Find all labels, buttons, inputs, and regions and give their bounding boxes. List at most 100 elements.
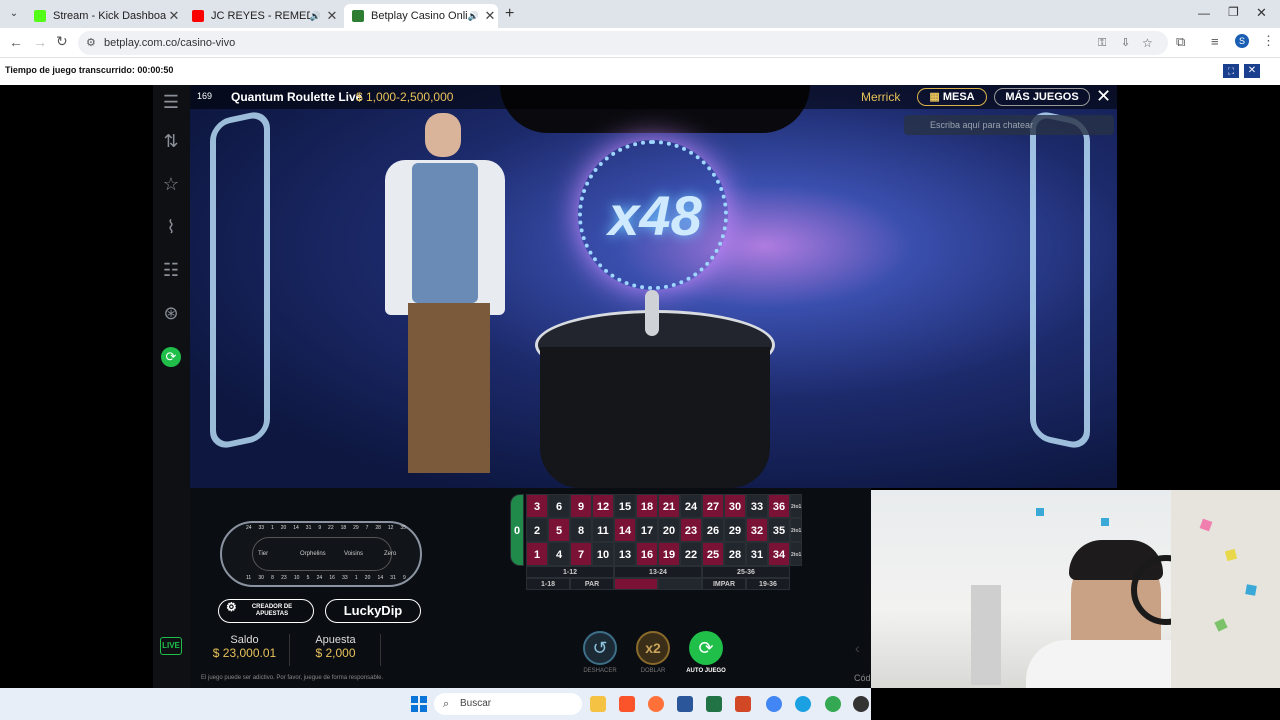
windows-start-icon[interactable] [411,696,427,712]
app-icon[interactable] [853,696,869,712]
bet-cell-column[interactable]: 2to1 [790,518,802,542]
autoplay-button[interactable]: ⟳ [689,631,723,665]
autoplay-icon[interactable]: ⟳ [161,347,181,367]
bet-cell-dozen[interactable]: 1-12 [526,566,614,578]
bet-cell-column[interactable]: 2to1 [790,494,802,518]
close-tab-icon[interactable]: ✕ [482,8,498,24]
forward-icon[interactable]: → [33,34,47,50]
bet-cell-number[interactable]: 9 [570,494,592,518]
undo-button[interactable]: ↺ [583,631,617,665]
bet-cell-number[interactable]: 3 [526,494,548,518]
speaker-icon[interactable]: 🔊 [468,11,479,22]
password-key-icon[interactable]: ⚿ [1098,31,1106,55]
racetrack-number[interactable]: 30 [258,575,264,585]
close-tab-icon[interactable]: ✕ [166,8,182,24]
close-tab-icon[interactable]: ✕ [324,8,340,24]
favorite-star-icon[interactable]: ☆ [160,173,182,195]
racetrack-number[interactable]: 9 [403,575,406,585]
sort-arrows-icon[interactable]: ⇅ [160,130,182,152]
brave-icon[interactable] [619,696,635,712]
extensions-icon[interactable]: ⧉ [1176,34,1185,50]
racetrack-number[interactable]: 24 [317,575,323,585]
bet-cell-number[interactable]: 1 [526,542,548,566]
mesa-button[interactable]: ▦ MESA [917,88,987,106]
chat-input[interactable]: Escriba aquí para chatear [904,115,1114,135]
tab-betplay[interactable]: Betplay Casino Online en V 🔊 ✕ [344,4,498,28]
mas-juegos-button[interactable]: MÁS JUEGOS [994,88,1090,106]
bet-cell-number[interactable]: 26 [702,518,724,542]
bet-cell-number[interactable]: 21 [658,494,680,518]
bet-cell-number[interactable]: 11 [592,518,614,542]
racetrack-number[interactable]: 1 [271,525,274,535]
bet-cell-number[interactable]: 27 [702,494,724,518]
racetrack-tier[interactable]: Tier [258,551,268,557]
racetrack-number[interactable]: 23 [281,575,287,585]
chrome-icon[interactable] [766,696,782,712]
bet-cell-number[interactable]: 5 [548,518,570,542]
bet-cell-number[interactable]: 8 [570,518,592,542]
powerpoint-icon[interactable] [735,696,751,712]
minimize-icon[interactable]: — [1198,6,1210,20]
menu-dots-icon[interactable]: ⋮ [1262,33,1275,49]
word-icon[interactable] [677,696,693,712]
bet-cell-number[interactable]: 32 [746,518,768,542]
bet-cell-number[interactable]: 18 [636,494,658,518]
bet-cell-column[interactable]: 2to1 [790,542,802,566]
bookmark-star-icon[interactable]: ☆ [1142,31,1153,55]
url-field[interactable]: ⚙ betplay.com.co/casino-vivo ⚿ ⇩ ☆ [78,31,1168,55]
racetrack-number[interactable]: 31 [306,525,312,535]
racetrack-number[interactable]: 11 [246,575,251,585]
racetrack-number[interactable]: 33 [342,575,348,585]
double-button[interactable]: x2 [636,631,670,665]
bet-cell-number[interactable]: 14 [614,518,636,542]
close-game-icon[interactable]: ✕ [1244,64,1260,78]
bet-cell-number[interactable]: 10 [592,542,614,566]
bet-cell-outside[interactable] [614,578,658,590]
bet-cell-dozen[interactable]: 13-24 [614,566,702,578]
bet-cell-number[interactable]: 33 [746,494,768,518]
media-control-icon[interactable]: ≡ [1211,34,1219,49]
racetrack-number[interactable]: 16 [329,575,335,585]
racetrack-voisins[interactable]: Voisins [344,551,363,557]
profile-avatar[interactable]: S [1235,34,1249,48]
racetrack-number[interactable]: 10 [294,575,300,585]
bet-cell-number[interactable]: 6 [548,494,570,518]
hamburger-menu-icon[interactable]: ☰ [160,91,182,113]
racetrack-number[interactable]: 12 [388,525,394,535]
fullscreen-icon[interactable]: ⛶ [1223,64,1239,78]
bet-cell-number[interactable]: 19 [658,542,680,566]
close-game-x-icon[interactable]: ✕ [1096,86,1111,107]
bet-cell-outside[interactable]: PAR [570,578,614,590]
bet-cell-zero[interactable]: 0 [510,494,524,566]
bet-cell-number[interactable]: 13 [614,542,636,566]
bet-cell-dozen[interactable]: 25-36 [702,566,790,578]
bet-cell-number[interactable]: 4 [548,542,570,566]
live-badge[interactable]: LIVE [160,637,182,655]
tab-search-chevron-icon[interactable]: ⌄ [6,6,22,22]
bet-cell-number[interactable]: 25 [702,542,724,566]
racetrack-number[interactable]: 35 [400,525,406,535]
file-explorer-icon[interactable] [590,696,606,712]
history-list-icon[interactable]: ☷ [160,259,182,281]
racetrack-number[interactable]: 31 [390,575,396,585]
bet-cell-number[interactable]: 34 [768,542,790,566]
bet-cell-outside[interactable] [658,578,702,590]
racetrack-number[interactable]: 9 [318,525,321,535]
racetrack-number[interactable]: 5 [307,575,310,585]
bet-cell-number[interactable]: 28 [724,542,746,566]
bet-cell-number[interactable]: 31 [746,542,768,566]
install-app-icon[interactable]: ⇩ [1121,31,1130,55]
bet-cell-number[interactable]: 22 [680,542,702,566]
chevron-left-icon[interactable]: ‹ [855,640,860,656]
bet-cell-number[interactable]: 29 [724,518,746,542]
racetrack-number[interactable]: 28 [375,525,381,535]
bet-cell-number[interactable]: 15 [614,494,636,518]
statistics-chart-icon[interactable]: ⌇ [160,216,182,238]
racetrack-number[interactable]: 20 [365,575,371,585]
site-info-icon[interactable]: ⚙ [86,31,96,55]
bet-cell-number[interactable]: 23 [680,518,702,542]
firefox-icon[interactable] [648,696,664,712]
taskbar-search[interactable]: ⌕ Buscar [434,693,582,715]
edge-icon[interactable] [795,696,811,712]
racetrack-number[interactable]: 20 [281,525,287,535]
